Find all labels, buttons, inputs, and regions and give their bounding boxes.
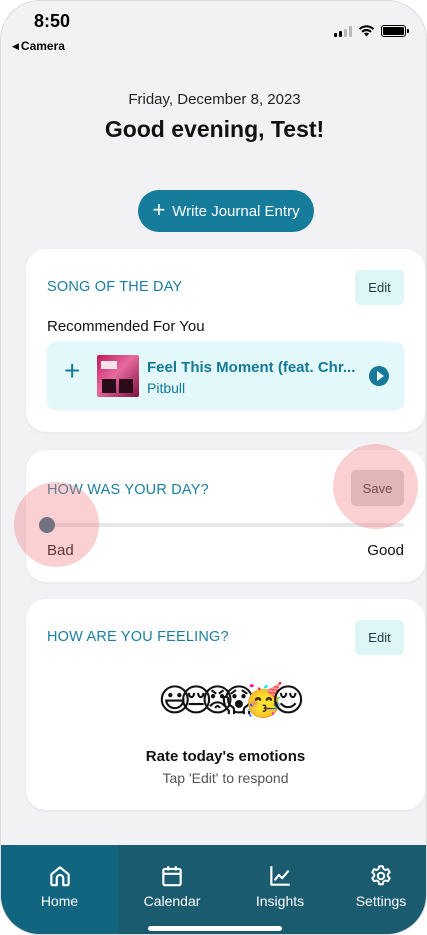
emotion-emoji: 😌 <box>271 681 305 719</box>
feeling-prompt: Rate today's emotions <box>145 748 306 765</box>
app-screen: 8:50 ◀ Camera Friday, December 8, 2023 G… <box>0 0 427 935</box>
song-recommendation-label: Recommended For You <box>47 318 205 335</box>
song-of-the-day-card: SONG OF THE DAY Edit Recommended For You… <box>26 249 425 432</box>
battery-icon <box>381 25 409 37</box>
feeling-hint: Tap 'Edit' to respond <box>162 770 289 786</box>
tab-bar: Home Calendar Insights Settings <box>1 845 426 934</box>
song-artist: Pitbull <box>147 380 186 396</box>
tab-insights[interactable]: Insights <box>226 845 334 934</box>
greeting-title: Good evening, Test! <box>104 116 325 142</box>
emotion-emoji: 😔 <box>179 681 214 719</box>
touch-indicator <box>14 482 99 567</box>
back-label: Camera <box>20 39 65 53</box>
play-icon[interactable] <box>369 366 389 386</box>
plus-icon: + <box>152 197 166 222</box>
album-art <box>97 355 139 397</box>
wifi-icon <box>358 25 375 37</box>
touch-indicator <box>333 444 418 529</box>
cellular-signal-icon <box>334 25 352 37</box>
song-row[interactable]: + Feel This Moment (feat. Chr... Pitbull <box>47 342 404 409</box>
tab-home[interactable]: Home <box>1 845 118 934</box>
status-time: 8:50 <box>34 11 71 31</box>
tab-insights-label: Insights <box>255 893 305 909</box>
song-title: Feel This Moment (feat. Chr... <box>147 359 356 376</box>
chart-line-icon <box>270 866 290 886</box>
slider-max-label: Good <box>367 542 404 559</box>
emotion-emoji: 😱 <box>222 681 256 719</box>
feeling-card-title: HOW ARE YOU FEELING? <box>47 629 229 645</box>
tab-calendar-label: Calendar <box>143 893 201 909</box>
tab-calendar[interactable]: Calendar <box>118 845 226 934</box>
emotion-emoji: 🥳 <box>243 681 284 719</box>
gear-icon <box>371 865 391 886</box>
feeling-edit-button[interactable]: Edit <box>355 620 404 655</box>
add-song-icon[interactable]: + <box>64 357 80 385</box>
write-journal-entry-label: Write Journal Entry <box>172 202 300 220</box>
write-journal-entry-button[interactable]: + Write Journal Entry <box>138 190 314 232</box>
song-card-title: SONG OF THE DAY <box>47 279 183 295</box>
calendar-icon <box>162 866 182 887</box>
song-edit-button[interactable]: Edit <box>355 270 404 305</box>
status-icons <box>334 25 409 37</box>
tab-settings[interactable]: Settings <box>334 845 426 934</box>
how-are-you-feeling-card: HOW ARE YOU FEELING? Edit 😃😔😡😱🥳😌 Rate to… <box>26 599 425 810</box>
back-arrow-icon: ◀ <box>12 40 19 51</box>
emotion-emoji: 😃 <box>158 681 192 719</box>
home-icon <box>49 866 70 887</box>
emotion-emoji-stack: 😃😔😡😱🥳😌 <box>26 681 425 719</box>
home-indicator <box>148 926 282 931</box>
tab-settings-label: Settings <box>355 893 407 909</box>
back-to-camera-link[interactable]: ◀ Camera <box>12 39 65 53</box>
day-rating-slider-track[interactable] <box>47 523 404 527</box>
current-date: Friday, December 8, 2023 <box>128 91 301 108</box>
tab-home-label: Home <box>40 893 79 909</box>
emotion-emoji: 😡 <box>200 681 235 719</box>
